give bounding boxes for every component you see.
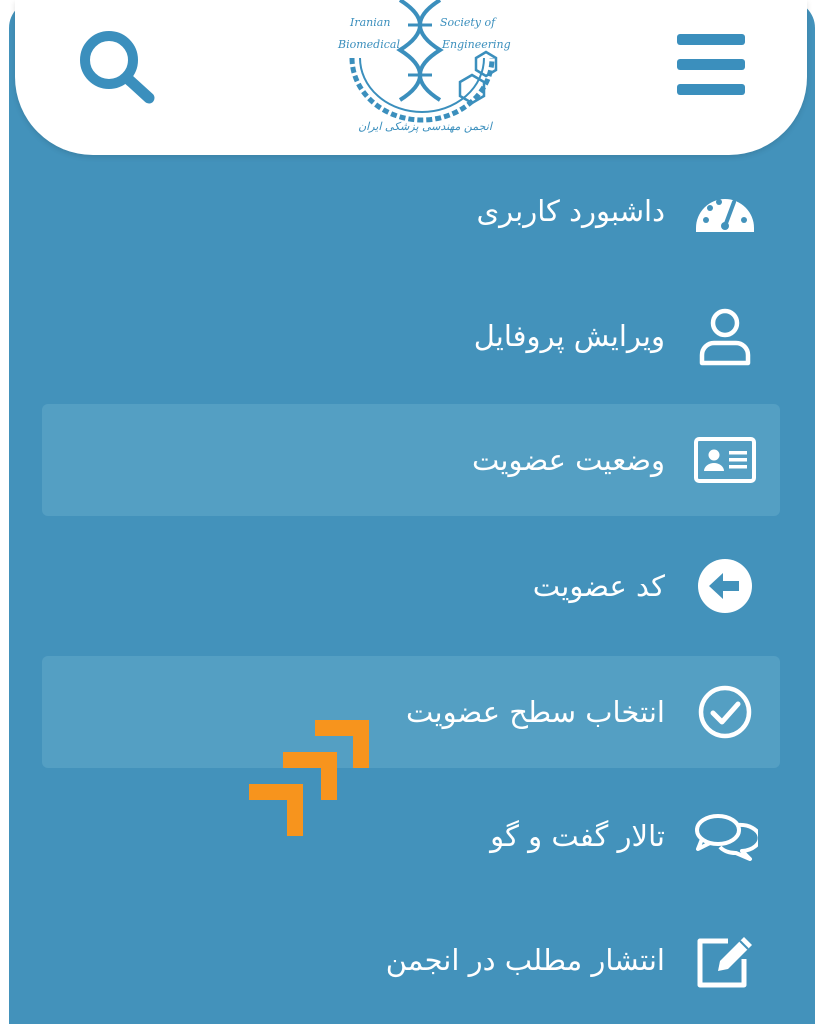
dashboard-gauge-icon (692, 178, 758, 244)
hamburger-menu-button[interactable] (675, 30, 765, 100)
user-profile-icon (692, 303, 758, 369)
search-icon (80, 31, 155, 104)
logo-text-persian: انجمن مهندسی پزشکی ایران (358, 120, 494, 133)
header-bar: Iranian Society of Biomedical Engineerin… (15, 0, 807, 155)
menu-item-dashboard[interactable]: داشبورد کاربری (42, 155, 780, 267)
logo-text-iranian: Iranian (349, 16, 390, 29)
menu-item-edit-profile[interactable]: ویرایش پروفایل (42, 280, 780, 392)
arrow-left-circle-icon (692, 553, 758, 619)
menu-item-label: داشبورد کاربری (476, 194, 665, 228)
menu-item-label: وضعیت عضویت (471, 443, 665, 477)
menu-item-select-membership-level[interactable]: انتخاب سطح عضویت (42, 656, 780, 768)
search-button[interactable] (73, 26, 161, 106)
menu-item-forum[interactable]: تالار گفت و گو (42, 780, 780, 892)
logo-text-biomedical: Biomedical (337, 38, 400, 51)
menu-item-label: انتشار مطلب در انجمن (385, 943, 665, 977)
logo-text-society: Society of (440, 16, 497, 29)
orange-double-arrow-icon (245, 712, 375, 842)
comments-icon (692, 803, 758, 869)
id-card-icon (692, 427, 758, 493)
logo-text-engineering: Engineering (441, 38, 511, 51)
edit-post-icon (692, 927, 758, 993)
menu-item-membership-status[interactable]: وضعیت عضویت (42, 404, 780, 516)
menu-item-label: انتخاب سطح عضویت (406, 695, 665, 729)
society-logo: Iranian Society of Biomedical Engineerin… (320, 0, 525, 140)
hamburger-menu-icon (677, 34, 745, 95)
menu-item-label: کد عضویت (532, 569, 665, 603)
menu-item-label: ویرایش پروفایل (473, 319, 665, 353)
menu-item-membership-code[interactable]: کد عضویت (42, 530, 780, 642)
menu-item-label: تالار گفت و گو (490, 819, 665, 853)
menu-item-publish-post[interactable]: انتشار مطلب در انجمن (42, 904, 780, 1016)
check-circle-icon (692, 679, 758, 745)
